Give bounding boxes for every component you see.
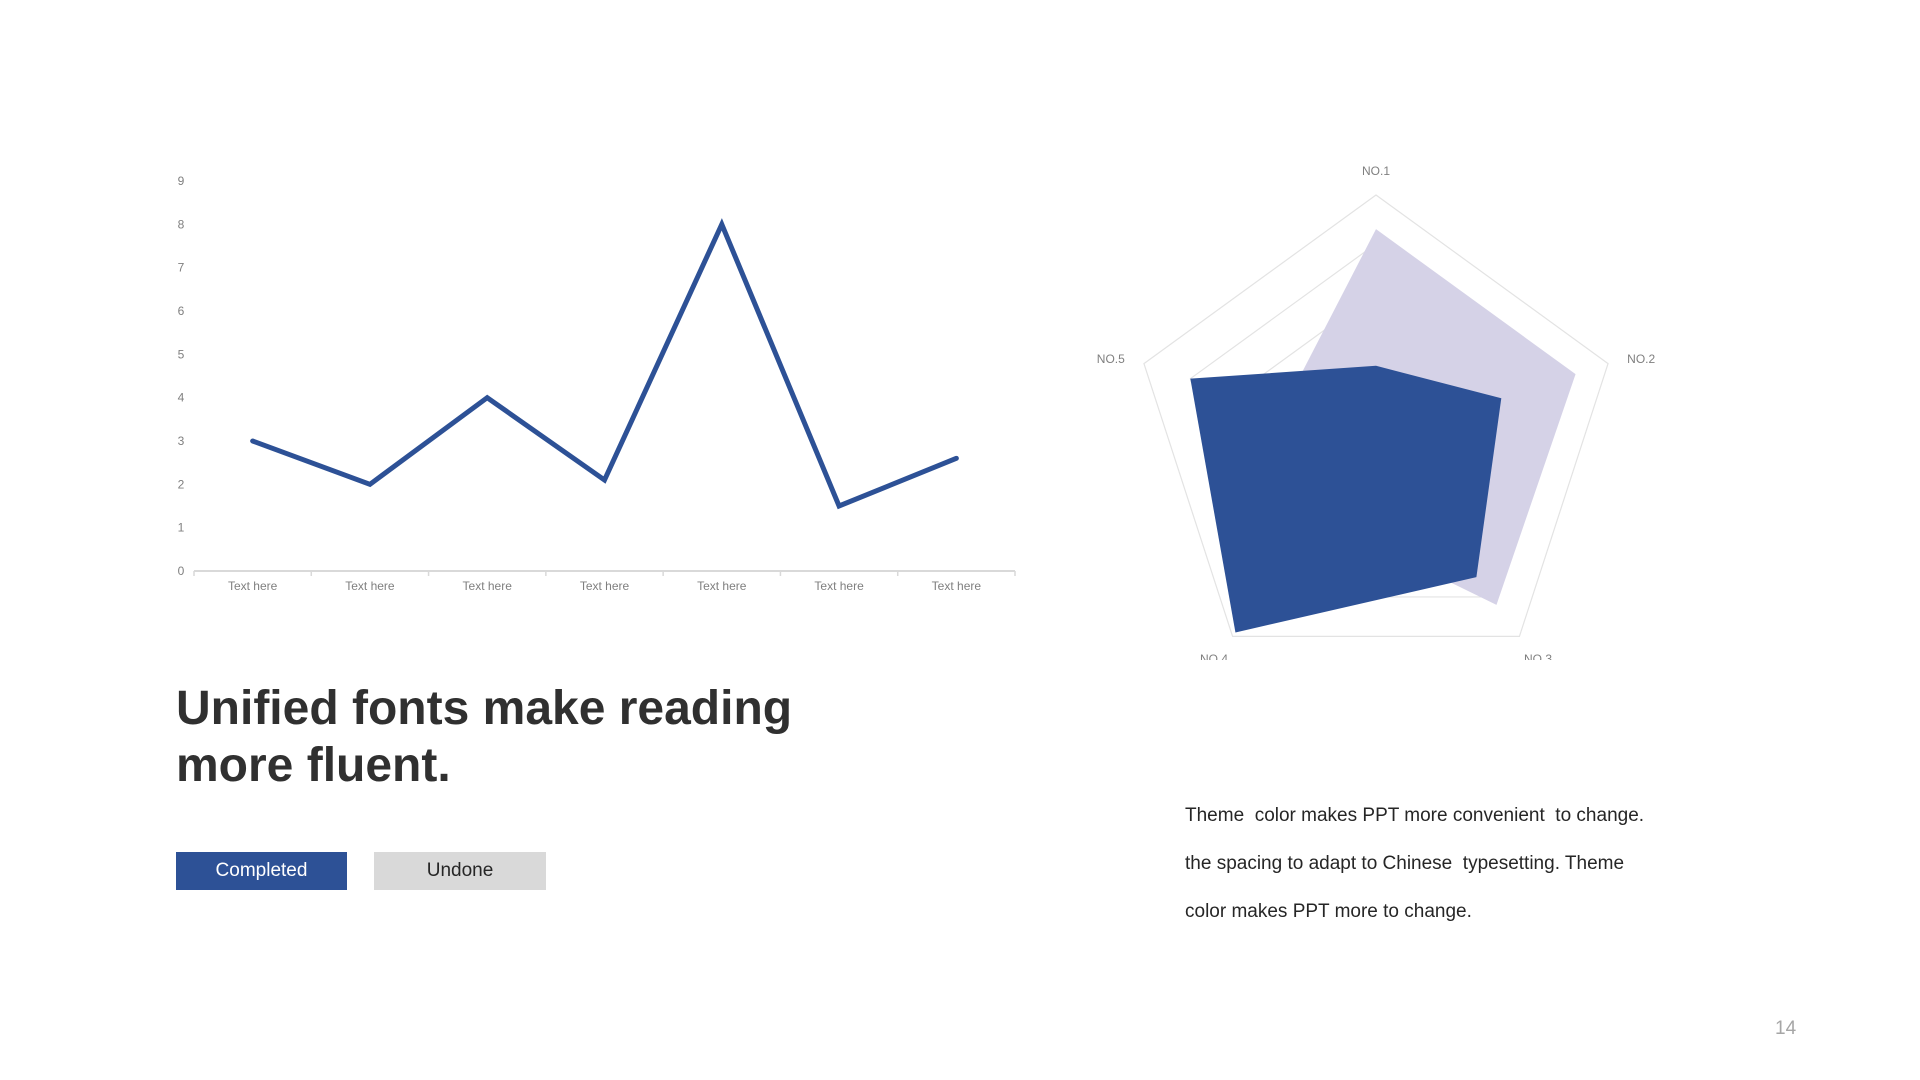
paragraph-line: Theme color makes PPT more convenient to… <box>1185 805 1645 826</box>
page-number: 14 <box>1775 1018 1797 1039</box>
paragraph-line: color makes PPT more to change. <box>1185 901 1472 922</box>
radar-chart: NO.1 NO.2 NO.3 NO.4 NO.5 <box>1097 164 1656 660</box>
radar-axis-label: NO.4 <box>1200 652 1228 660</box>
slide-title: Unified fonts make reading more fluent. <box>176 680 876 794</box>
slide-title-line-2: more fluent. <box>176 739 451 792</box>
undone-button[interactable]: Undone <box>374 852 546 890</box>
paragraph-line: the spacing to adapt to Chinese typesett… <box>1185 853 1625 874</box>
radar-series <box>1190 229 1576 633</box>
radar-axis-label: NO.2 <box>1627 352 1655 366</box>
radar-axis-label: NO.5 <box>1097 352 1125 366</box>
radar-series-2 <box>1190 365 1502 633</box>
radar-axis-label: NO.3 <box>1524 652 1552 660</box>
slide-title-line-1: Unified fonts make reading <box>176 682 793 735</box>
description-paragraph: Theme color makes PPT more convenient to… <box>1185 792 1705 936</box>
completed-button[interactable]: Completed <box>176 852 347 890</box>
radar-axis-label: NO.1 <box>1362 164 1390 178</box>
